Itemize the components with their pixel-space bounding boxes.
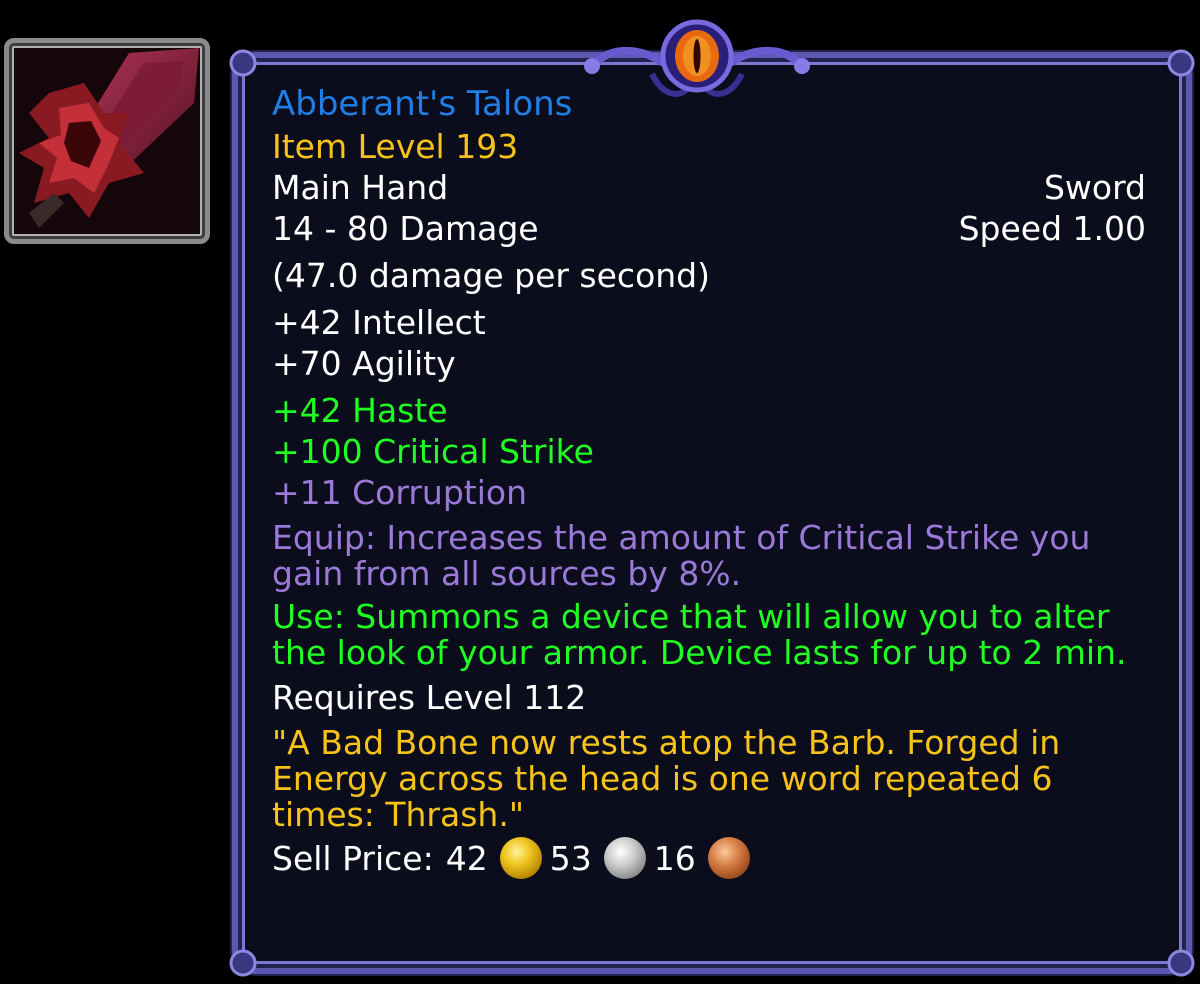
stat-critical-strike: +100 Critical Strike [272, 432, 594, 471]
sword-icon [19, 48, 199, 228]
silver-coin-icon [603, 837, 646, 879]
item-icon[interactable] [4, 38, 210, 244]
item-type: Sword [1043, 168, 1146, 207]
sell-price-gold: 42 [445, 838, 488, 878]
item-level: Item Level 193 [272, 127, 519, 166]
stat-corruption: +11 Corruption [272, 473, 527, 512]
flavor-text: "A Bad Bone now rests atop the Barb. For… [272, 723, 1061, 834]
damage-row: 14 - 80 Damage Speed 1.00 [272, 208, 1146, 249]
required-level: Requires Level 112 [272, 678, 587, 717]
corner-ornament-icon [229, 949, 257, 977]
tooltip-content: Abberant's Talons Item Level 193 Main Ha… [272, 82, 1146, 879]
item-name: Abberant's Talons [272, 84, 573, 124]
stat-haste: +42 Haste [272, 391, 448, 430]
equip-effect: Equip: Increases the amount of Critical … [272, 518, 1091, 593]
item-slot: Main Hand [272, 168, 449, 207]
sell-price: Sell Price: 42 53 16 [272, 837, 1146, 879]
slot-row: Main Hand Sword [272, 167, 1146, 208]
use-effect: Use: Summons a device that will allow yo… [272, 597, 1127, 672]
corner-ornament-icon [1167, 949, 1195, 977]
copper-coin-icon [707, 837, 750, 879]
sell-price-silver: 53 [549, 838, 592, 878]
corner-ornament-icon [1167, 49, 1195, 77]
item-damage: 14 - 80 Damage [272, 209, 539, 248]
sell-price-label: Sell Price: [272, 838, 434, 878]
item-dps: (47.0 damage per second) [272, 256, 710, 295]
item-speed: Speed 1.00 [958, 209, 1146, 248]
stat-agility: +70 Agility [272, 344, 456, 383]
item-tooltip: Abberant's Talons Item Level 193 Main Ha… [229, 19, 1195, 977]
corner-ornament-icon [229, 49, 257, 77]
sell-price-copper: 16 [653, 838, 696, 878]
gold-coin-icon [499, 837, 542, 879]
stat-intellect: +42 Intellect [272, 303, 486, 342]
